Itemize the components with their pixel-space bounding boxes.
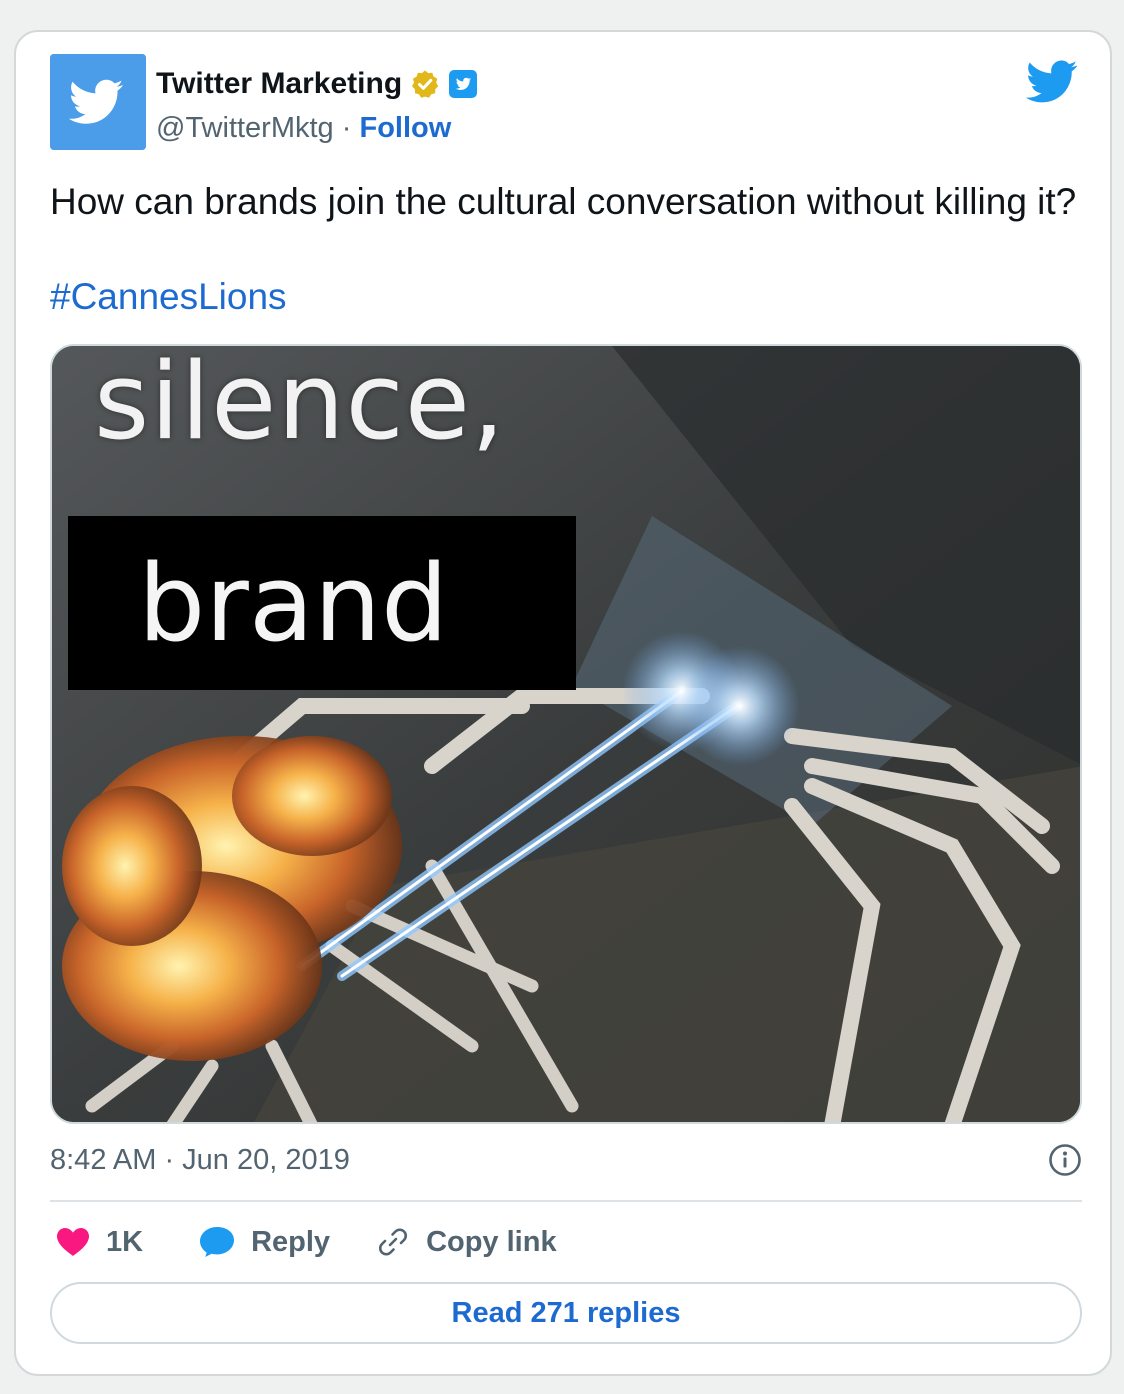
heart-icon	[57, 1228, 89, 1256]
handle-separator: ·	[341, 112, 352, 144]
handle-row: @TwitterMktg · Follow	[156, 108, 451, 148]
info-icon[interactable]	[1048, 1143, 1082, 1177]
tweet-media-image[interactable]: silence, brand	[50, 344, 1082, 1124]
verified-badge-icon	[410, 69, 440, 99]
account-name-row: Twitter Marketing	[156, 64, 478, 104]
account-handle[interactable]: @TwitterMktg	[156, 112, 334, 144]
copy-link-label: Copy link	[426, 1225, 557, 1258]
read-replies-button[interactable]: Read 271 replies	[50, 1282, 1082, 1344]
meme-caption-bottom: brand	[138, 542, 449, 665]
tweet-actions: 1K Reply Copy link	[56, 1220, 557, 1264]
reply-bubble-icon	[200, 1227, 235, 1257]
read-replies-label: Read 271 replies	[451, 1296, 681, 1329]
like-count: 1K	[106, 1225, 144, 1258]
tweet-text: How can brands join the cultural convers…	[50, 181, 1077, 222]
copy-link-button[interactable]: Copy link	[376, 1225, 557, 1259]
twitter-affiliate-badge-icon	[448, 69, 478, 99]
avatar[interactable]	[50, 54, 146, 150]
reply-button[interactable]: Reply	[199, 1226, 330, 1259]
twitter-bird-icon	[50, 54, 146, 150]
like-button[interactable]: 1K	[56, 1226, 143, 1259]
twitter-logo-icon[interactable]	[1026, 60, 1078, 104]
divider	[50, 1200, 1082, 1202]
tweet-timestamp[interactable]: 8:42 AM · Jun 20, 2019	[50, 1144, 350, 1177]
hashtag-link[interactable]: #CannesLions	[50, 273, 287, 320]
tweet-meta-row: 8:42 AM · Jun 20, 2019	[50, 1138, 1082, 1182]
meme-caption-top: silence,	[94, 344, 506, 463]
tweet-card: Twitter Marketing @TwitterMktg · Follow …	[14, 30, 1112, 1376]
follow-button[interactable]: Follow	[359, 112, 451, 144]
reply-label: Reply	[251, 1225, 331, 1258]
link-icon	[379, 1228, 408, 1256]
display-name[interactable]: Twitter Marketing	[156, 67, 402, 101]
